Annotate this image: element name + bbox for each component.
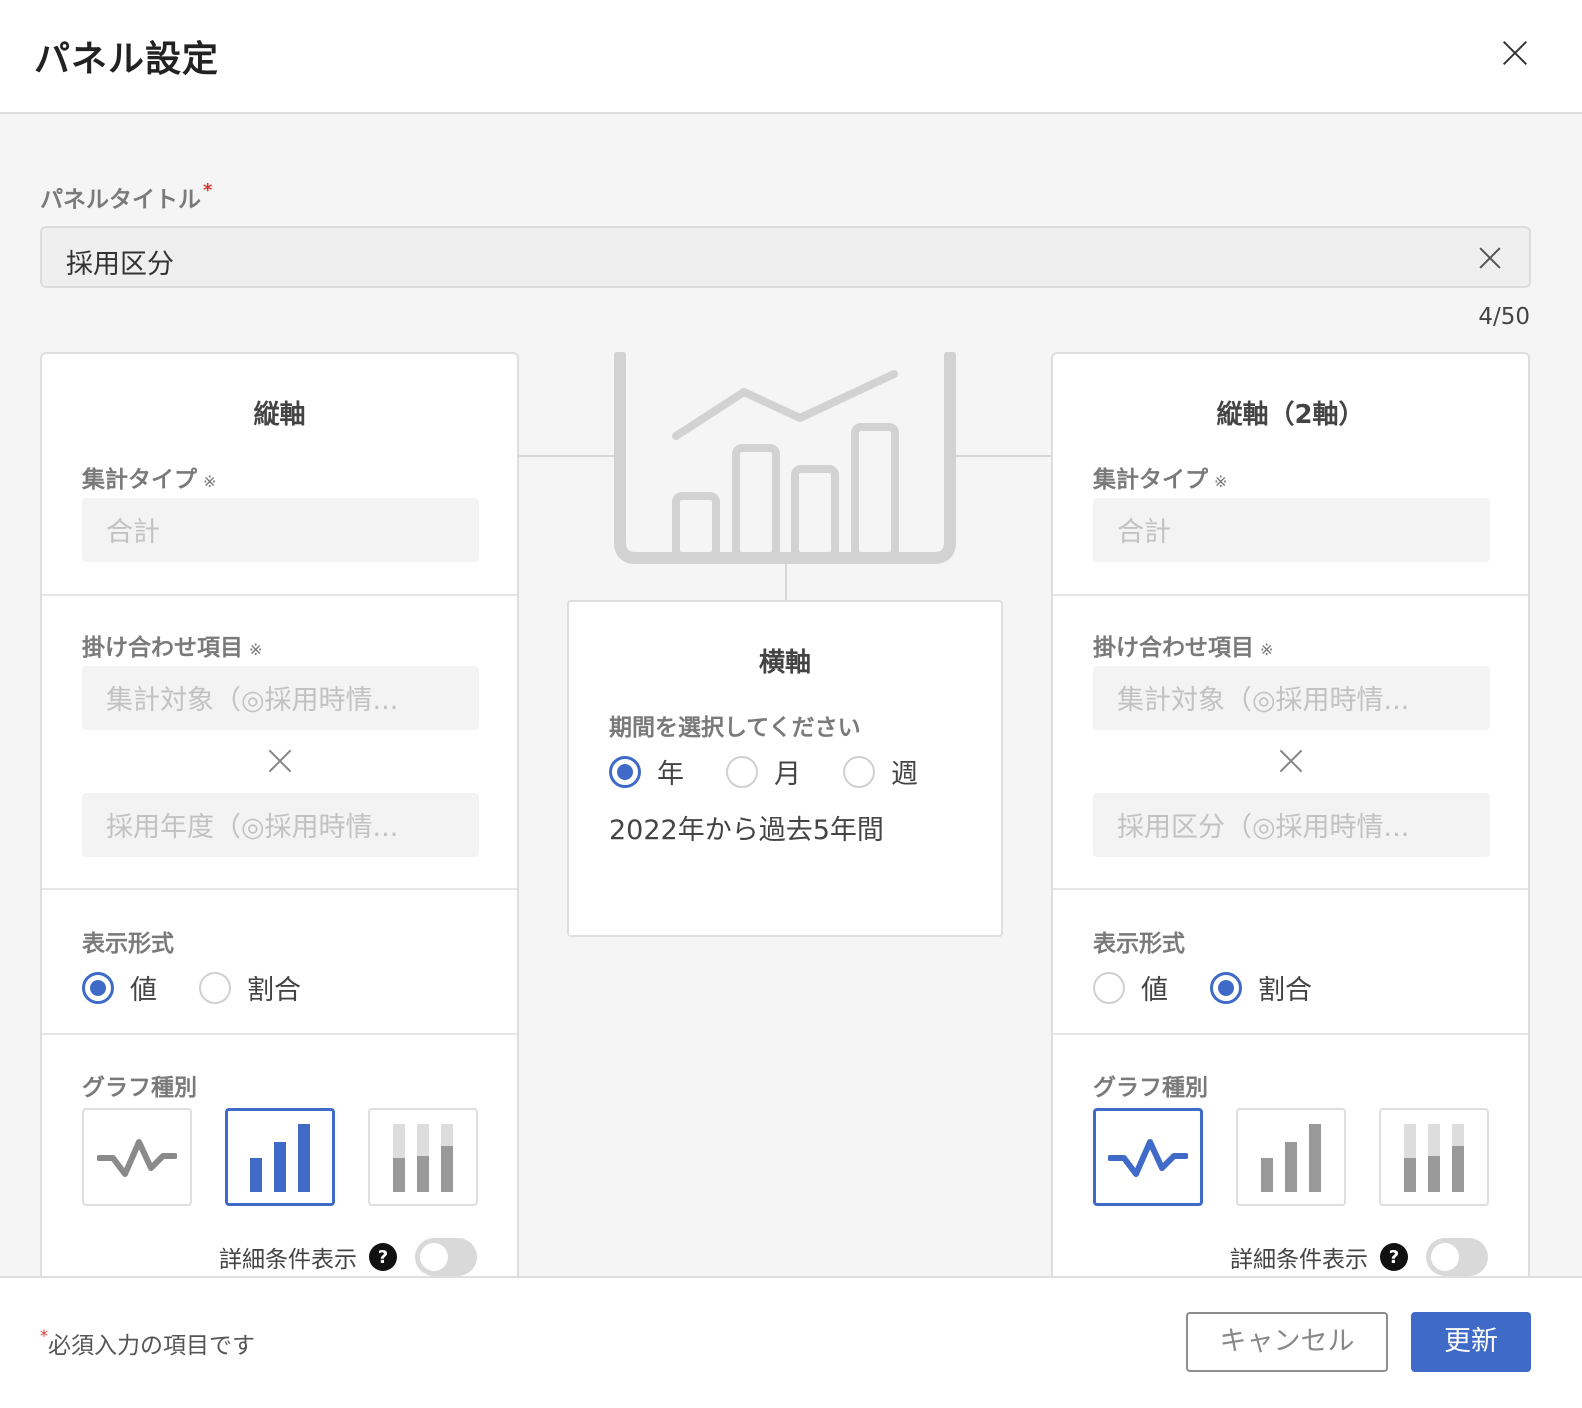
y2-axis-title: 縦軸（2軸） <box>1216 400 1365 430</box>
aggregation-type-label: 集計タイプ ※ <box>82 467 217 493</box>
panel-title-label: パネルタイトル * <box>40 180 213 213</box>
divider <box>1053 1033 1528 1035</box>
graph-type-label: グラフ種別 <box>82 1075 197 1101</box>
clear-icon[interactable] <box>1477 245 1503 271</box>
char-counter: 4/50 <box>1478 304 1530 330</box>
multiply-icon <box>267 748 293 774</box>
stacked-bar-icon <box>393 1124 453 1192</box>
divider <box>42 888 517 890</box>
bar-chart-button[interactable] <box>1236 1108 1346 1206</box>
stacked-bar-chart-button[interactable] <box>368 1108 478 1206</box>
combination-label: 掛け合わせ項目 ※ <box>1093 635 1274 661</box>
line-chart-icon <box>97 1139 177 1177</box>
radio-ratio[interactable]: 割合 <box>199 968 301 1007</box>
x-axis-title: 横軸 <box>758 648 811 678</box>
combination-label: 掛け合わせ項目 ※ <box>82 635 263 661</box>
radio-year[interactable]: 年 <box>609 752 684 791</box>
display-format-radios: 値 割合 <box>82 968 343 1007</box>
help-icon[interactable]: ? <box>369 1243 397 1271</box>
y2-axis-panel: 縦軸（2軸） 集計タイプ ※ 合計 掛け合わせ項目 ※ 集計対象（◎採用時情... … <box>1051 352 1530 1282</box>
x-axis-panel: 横軸 期間を選択してください 年 月 週 2022年から過去5年間 <box>567 600 1003 937</box>
connector-line-left <box>519 455 619 457</box>
display-format-label: 表示形式 <box>82 931 174 957</box>
radio-value[interactable]: 値 <box>82 968 157 1007</box>
period-description: 2022年から過去5年間 <box>609 815 884 846</box>
dialog-title: パネル設定 <box>34 39 220 80</box>
detail-conditions-label: 詳細条件表示 <box>219 1247 357 1273</box>
stacked-bar-chart-button[interactable] <box>1379 1108 1489 1206</box>
panel-title-input[interactable]: 採用区分 <box>40 226 1531 288</box>
aggregation-type-label: 集計タイプ ※ <box>1093 467 1228 493</box>
close-icon[interactable] <box>1500 38 1530 68</box>
combination-field-1: 集計対象（◎採用時情... <box>1093 666 1490 730</box>
combination-field-2: 採用年度（◎採用時情... <box>82 793 479 857</box>
detail-conditions-label: 詳細条件表示 <box>1230 1247 1368 1273</box>
bar-chart-button[interactable] <box>225 1108 335 1206</box>
cancel-button[interactable]: キャンセル <box>1186 1312 1388 1372</box>
y-axis-panel: 縦軸 集計タイプ ※ 合計 掛け合わせ項目 ※ 集計対象（◎採用時情... 採用年度… <box>40 352 519 1282</box>
detail-conditions-row: 詳細条件表示 ? <box>219 1238 477 1276</box>
detail-conditions-toggle[interactable] <box>415 1238 477 1276</box>
radio-value[interactable]: 値 <box>1093 968 1168 1007</box>
combination-field-2: 採用区分（◎採用時情... <box>1093 793 1490 857</box>
connector-line-right <box>953 455 1052 457</box>
multiply-icon <box>1278 748 1304 774</box>
line-chart-icon <box>1108 1139 1188 1177</box>
period-radios: 年 月 週 <box>609 752 960 791</box>
help-icon[interactable]: ? <box>1380 1243 1408 1271</box>
y-axis-title: 縦軸 <box>253 400 306 430</box>
aggregation-type-field: 合計 <box>82 498 479 562</box>
panel-title-value[interactable]: 採用区分 <box>66 242 174 281</box>
divider <box>42 594 517 596</box>
required-note: *必須入力の項目です <box>40 1326 255 1359</box>
display-format-label: 表示形式 <box>1093 931 1185 957</box>
bar-chart-icon <box>250 1124 310 1192</box>
stacked-bar-icon <box>1404 1124 1464 1192</box>
line-chart-button[interactable] <box>82 1108 192 1206</box>
divider <box>1053 888 1528 890</box>
chart-illustration <box>614 352 956 564</box>
radio-month[interactable]: 月 <box>726 752 801 791</box>
display-format-radios: 値 割合 <box>1093 968 1354 1007</box>
graph-type-label: グラフ種別 <box>1093 1075 1208 1101</box>
connector-line-vertical <box>785 562 787 602</box>
dialog-header: パネル設定 <box>0 0 1582 114</box>
radio-week[interactable]: 週 <box>843 752 918 791</box>
detail-conditions-toggle[interactable] <box>1426 1238 1488 1276</box>
update-button[interactable]: 更新 <box>1411 1312 1531 1372</box>
combination-field-1: 集計対象（◎採用時情... <box>82 666 479 730</box>
divider <box>42 1033 517 1035</box>
radio-ratio[interactable]: 割合 <box>1210 968 1312 1007</box>
aggregation-type-field: 合計 <box>1093 498 1490 562</box>
divider <box>1053 594 1528 596</box>
bar-chart-icon <box>1261 1124 1321 1192</box>
required-mark: * <box>203 180 213 201</box>
period-label: 期間を選択してください <box>609 715 861 741</box>
detail-conditions-row: 詳細条件表示 ? <box>1230 1238 1488 1276</box>
dialog-footer: *必須入力の項目です キャンセル 更新 <box>0 1276 1582 1408</box>
line-chart-button[interactable] <box>1093 1108 1203 1206</box>
